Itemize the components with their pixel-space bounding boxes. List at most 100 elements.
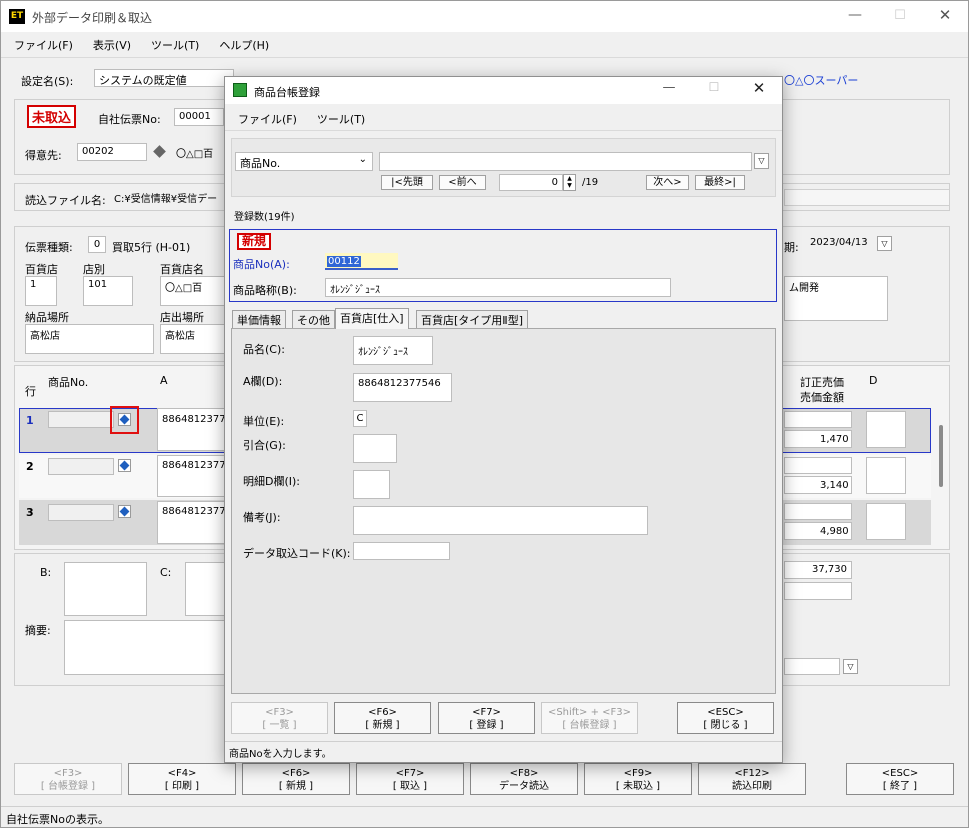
unit-input[interactable]: C [353, 410, 367, 427]
row-amount: 4,980 [820, 526, 849, 537]
row-item-input[interactable] [48, 411, 114, 428]
label: [ 未取込 ] [615, 781, 661, 792]
voucher-input[interactable]: 00001 [174, 108, 224, 126]
main-f8-button[interactable]: <F8> データ読込 [470, 763, 578, 795]
slip-type-code[interactable]: 0 [88, 236, 106, 253]
maximize-button[interactable]: ☐ [885, 8, 915, 24]
key: <F3> [265, 707, 294, 718]
key: <Shift> + <F3> [547, 707, 632, 718]
nav-index-input[interactable]: 0 [499, 174, 563, 191]
main-f12-button[interactable]: <F12> 読込印刷 [698, 763, 806, 795]
tab-other[interactable]: その他 [292, 310, 335, 328]
nav-spinner[interactable]: ▲ ▼ [563, 174, 576, 191]
dialog-minimize-button[interactable]: — [655, 80, 683, 98]
label: データ読込 [499, 781, 549, 792]
name-label: 品名(C): [243, 343, 285, 356]
label: [ 終了 ] [882, 781, 918, 792]
branch-label: 店別 [83, 263, 105, 276]
deliver-input[interactable]: 高松店 [25, 324, 154, 354]
dialog-f3-button[interactable]: <F3> [ 一覧 ] [231, 702, 328, 734]
dialog-close-button[interactable]: ✕ [745, 79, 773, 99]
ship-input[interactable]: 高松店 [160, 324, 226, 354]
search-field-select[interactable]: 商品No. ⌄ [235, 152, 373, 171]
store-input[interactable]: 〇△□百 [160, 276, 226, 306]
short-name-input[interactable]: ｵﾚﾝｼﾞｼﾞｭｰｽ [325, 278, 671, 297]
dialog-shift-f3-button[interactable]: <Shift> + <F3> [ 台帳登録 ] [541, 702, 638, 734]
date-dropdown-button[interactable]: ▽ [877, 236, 892, 251]
main-statusbar [1, 806, 968, 827]
label: [ 閉じる ] [703, 720, 748, 731]
c-field[interactable] [185, 562, 227, 616]
grid-scrollbar[interactable] [939, 425, 943, 487]
item-lookup-icon[interactable] [118, 413, 131, 426]
minimize-button[interactable]: — [840, 8, 870, 24]
dialog-maximize-button[interactable]: ☐ [700, 80, 728, 98]
row-number: 3 [26, 506, 34, 519]
nav-next-button[interactable]: 次へ> [646, 175, 689, 190]
date-input[interactable]: 2023/04/13 [806, 235, 876, 253]
search-input[interactable] [379, 152, 752, 171]
import-code-label: データ取込コード(K): [243, 547, 351, 560]
name-input[interactable]: ｵﾚﾝｼﾞｼﾞｭｰｽ [353, 336, 433, 365]
a-label: A欄(D): [243, 375, 283, 388]
nav-total: /19 [582, 177, 599, 188]
setting-select[interactable]: システムの既定値 [94, 69, 234, 87]
main-f7-button[interactable]: <F7> [ 取込 ] [356, 763, 464, 795]
row-price-cell[interactable] [784, 411, 852, 428]
label: [ 新規 ] [278, 781, 314, 792]
item-no-input[interactable]: 00112 [325, 253, 398, 270]
item-lookup-icon[interactable] [118, 505, 131, 518]
memo-dropdown-button[interactable]: ▽ [843, 659, 858, 674]
key: <F7> [395, 768, 425, 779]
close-button[interactable]: ✕ [930, 6, 960, 26]
nav-last-button[interactable]: 最終>| [695, 175, 745, 190]
file-path-input[interactable]: C:¥受信情報¥受信デー [110, 188, 230, 206]
item-lookup-icon[interactable] [118, 459, 131, 472]
dept-input[interactable]: 1 [25, 276, 57, 306]
menu-help[interactable]: ヘルプ(H) [219, 39, 269, 52]
memo-select[interactable] [784, 658, 840, 675]
tab-dept-type2[interactable]: 百貨店[タイプ用Ⅱ型] [416, 310, 528, 328]
row-item-input[interactable] [48, 458, 114, 475]
detail-input[interactable] [353, 470, 390, 499]
import-code-input[interactable] [353, 542, 450, 560]
dialog-status-text: 商品Noを入力します。 [229, 749, 332, 760]
new-badge: 新規 [237, 233, 272, 250]
nav-first-button[interactable]: |<先頭 [381, 175, 433, 190]
dialog-menu-file[interactable]: ファイル(F) [238, 113, 297, 126]
nav-prev-button[interactable]: <前へ [439, 175, 486, 190]
dialog-f6-button[interactable]: <F6> [ 新規 ] [334, 702, 431, 734]
menu-file[interactable]: ファイル(F) [14, 39, 73, 52]
customer-code-input[interactable]: 00202 [77, 143, 147, 161]
dialog-f7-button[interactable]: <F7> [ 登録 ] [438, 702, 535, 734]
dialog-esc-button[interactable]: <ESC> [ 閉じる ] [677, 702, 774, 734]
main-esc-button[interactable]: <ESC> [ 終了 ] [846, 763, 954, 795]
main-f9-button[interactable]: <F9> [ 未取込 ] [584, 763, 692, 795]
b-field[interactable] [64, 562, 147, 616]
branch-input[interactable]: 101 [83, 276, 133, 306]
note-input[interactable] [353, 506, 648, 535]
search-dropdown-button[interactable]: ▽ [754, 153, 769, 169]
main-f6-button[interactable]: <F6> [ 新規 ] [242, 763, 350, 795]
main-f4-button[interactable]: <F4> [ 印刷 ] [128, 763, 236, 795]
memo-field[interactable] [64, 620, 227, 675]
pull-input[interactable] [353, 434, 397, 463]
row-price-cell[interactable] [784, 503, 852, 520]
menu-tools[interactable]: ツール(T) [151, 39, 199, 52]
ship-label: 店出場所 [160, 311, 204, 324]
row-d-cell[interactable] [866, 457, 906, 494]
row-price-cell[interactable] [784, 457, 852, 474]
dialog-menu-tools[interactable]: ツール(T) [317, 113, 365, 126]
tab-price-info[interactable]: 単価情報 [232, 310, 286, 328]
row-d-cell[interactable] [866, 503, 906, 540]
row-d-cell[interactable] [866, 411, 906, 448]
main-f3-button[interactable]: <F3> [ 台帳登録 ] [14, 763, 122, 795]
total-sub-field [784, 582, 852, 600]
item-no-value: 00112 [327, 256, 361, 267]
menu-view[interactable]: 表示(V) [93, 39, 131, 52]
a-input[interactable]: 8864812377546 [353, 373, 452, 402]
pull-label: 引合(G): [243, 439, 286, 452]
row-item-input[interactable] [48, 504, 114, 521]
right-partial-field: ム開発 [784, 276, 888, 321]
tab-dept-purchase[interactable]: 百貨店[仕入] [335, 308, 409, 329]
